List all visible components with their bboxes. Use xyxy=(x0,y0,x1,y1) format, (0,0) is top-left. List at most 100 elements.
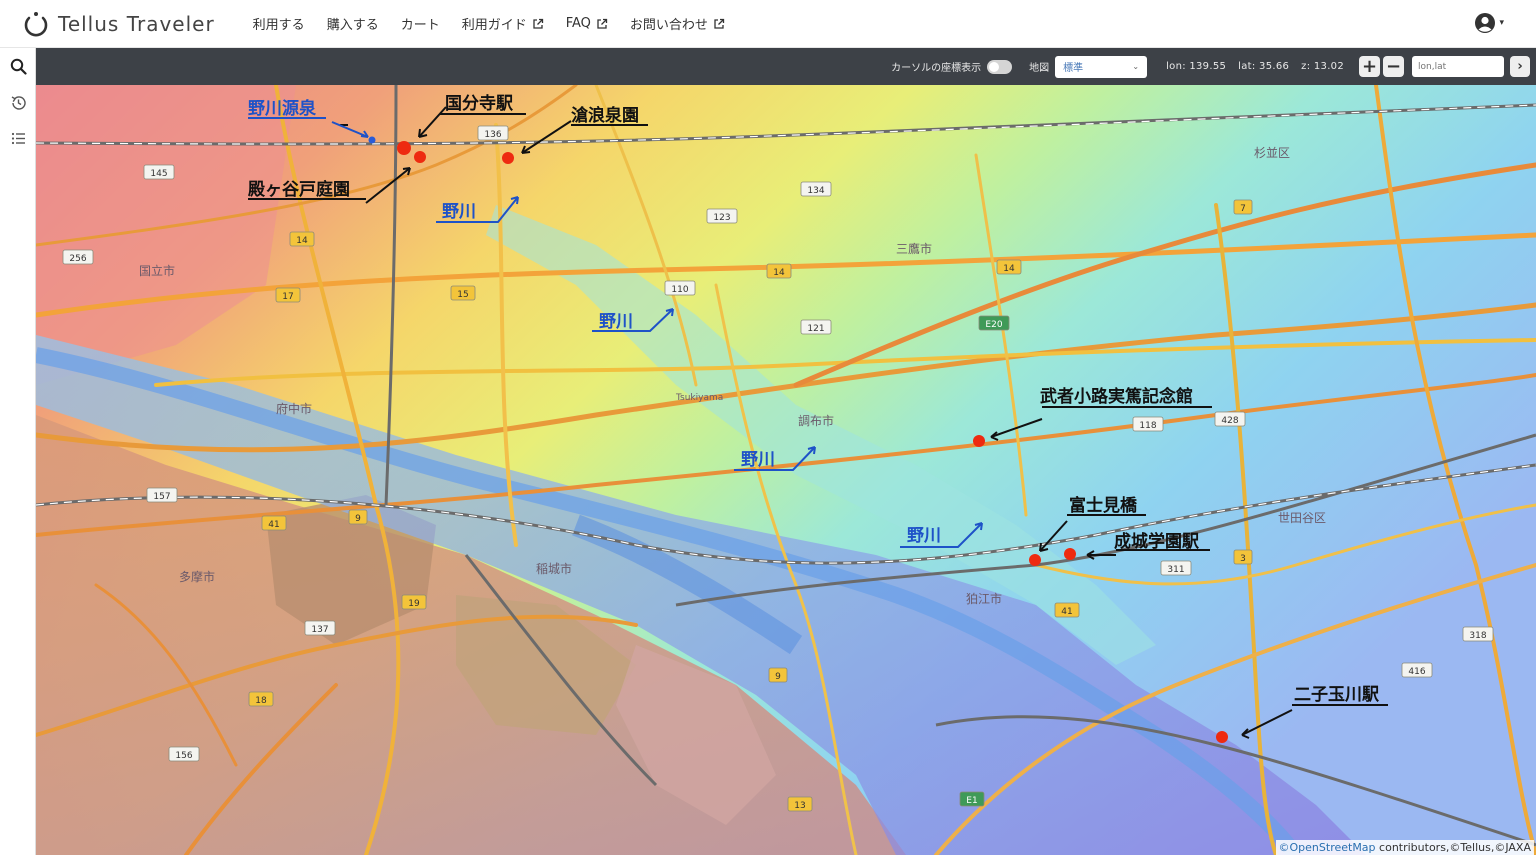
route-shield: 118 xyxy=(1132,416,1164,432)
chevron-down-icon: ▾ xyxy=(1499,18,1504,28)
place-name-setagaya: 世田谷区 xyxy=(1278,511,1326,525)
place-name-fuchu: 府中市 xyxy=(276,401,312,416)
place-name-tsukiyama: Tsukiyama xyxy=(675,393,723,403)
menu-item-label: 利用する xyxy=(252,18,305,33)
left-sidebar xyxy=(0,48,36,855)
history-button[interactable] xyxy=(0,84,36,120)
label-nogawa-river-2: 野川 xyxy=(599,312,633,332)
label-nogawa-river-3: 野川 xyxy=(741,450,775,470)
menu-item-0[interactable]: 利用する xyxy=(253,14,305,33)
route-shield-number: E1 xyxy=(966,796,977,806)
cursor-coord-label: カーソルの座標表示 xyxy=(891,63,982,74)
route-shield-number: 19 xyxy=(408,599,420,609)
zoom-readout: z: 13.02 xyxy=(1301,61,1344,72)
menu-item-2[interactable]: カート xyxy=(401,14,440,33)
label-tonogayato-garden: 殿ヶ谷戸庭園 xyxy=(247,179,350,200)
route-shield: 134 xyxy=(800,181,832,197)
route-shield: 157 xyxy=(146,487,178,503)
external-link-icon xyxy=(714,18,725,29)
route-shield-number: E20 xyxy=(985,320,1002,330)
route-shield-number: 318 xyxy=(1469,631,1486,641)
elevation-map[interactable]: 国立市府中市調布市狛江市 稲城市多摩市 三鷹市世田谷区 杉並区 Tsukiyama 13… xyxy=(36,85,1536,855)
history-icon xyxy=(11,95,26,110)
route-shield-number: 110 xyxy=(671,285,688,295)
map-view[interactable]: 国立市 府中市 調布市 狛江市 稲城市 多摩市 三鷹市 世田谷区 杉並区 Tsukiyama 13… xyxy=(36,85,1536,855)
route-shield: 17 xyxy=(275,287,301,303)
map-type-label: 地図 xyxy=(1029,63,1050,74)
route-shield-number: 9 xyxy=(775,672,781,682)
label-nogawa-river-1: 野川 xyxy=(442,202,476,222)
zoom-in-button[interactable]: + xyxy=(1359,56,1380,77)
route-shield: 123 xyxy=(706,208,738,224)
route-shield-number: 14 xyxy=(296,236,308,246)
main-menu: 利用する 購入する カート 利用ガイド FAQ お問い合わせ xyxy=(253,14,725,33)
place-name-chofu: 調布市 xyxy=(798,413,834,428)
lat-readout: lat: 35.66 xyxy=(1238,61,1290,72)
route-shield-number: 311 xyxy=(1167,565,1184,575)
place-name-suginami: 杉並区 xyxy=(1254,146,1290,160)
label-fujimibashi: 富士見橋 xyxy=(1069,495,1138,516)
route-shield-number: 14 xyxy=(1003,264,1015,274)
menu-item-3[interactable]: 利用ガイド xyxy=(462,14,544,33)
route-shield: 15 xyxy=(450,285,476,301)
place-name-mitaka: 三鷹市 xyxy=(896,241,932,256)
lon-readout: lon: 139.55 xyxy=(1166,61,1227,72)
route-shield: 156 xyxy=(168,746,200,762)
route-shield: 14 xyxy=(766,263,792,279)
place-name-kunitachi: 国立市 xyxy=(139,263,175,278)
label-mushanokoji-museum: 武者小路実篤記念館 xyxy=(1040,386,1193,407)
route-shield: 145 xyxy=(143,164,175,180)
list-icon xyxy=(11,132,25,144)
route-shield-number: 157 xyxy=(153,492,170,502)
route-shield-number: 428 xyxy=(1221,416,1238,426)
brand-logo[interactable]: Tellus Traveler xyxy=(22,10,215,38)
cursor-coord-toggle[interactable] xyxy=(987,59,1013,74)
route-shield-number: 18 xyxy=(255,696,267,706)
route-shield-number: 416 xyxy=(1408,667,1425,677)
label-futakotamagawa-station: 二子玉川駅 xyxy=(1294,685,1380,705)
menu-item-1[interactable]: 購入する xyxy=(327,14,379,33)
search-icon xyxy=(10,58,27,75)
route-shield-number: 136 xyxy=(484,130,501,140)
route-shield: 311 xyxy=(1160,560,1192,576)
tellus-logo-icon xyxy=(24,11,48,36)
chevron-right-icon: › xyxy=(1517,59,1523,74)
top-navbar: Tellus Traveler 利用する 購入する カート 利用ガイド FAQ お問い合わ… xyxy=(0,0,1536,48)
route-shield-number: 17 xyxy=(282,292,293,302)
map-type-select[interactable]: 標準 ⌄ xyxy=(1055,55,1148,78)
osm-link[interactable]: ©OpenStreetMap xyxy=(1279,841,1376,854)
menu-item-5[interactable]: お問い合わせ xyxy=(630,14,725,33)
label-nogawa-river-4: 野川 xyxy=(907,526,941,546)
menu-item-label: 購入する xyxy=(326,18,379,33)
route-shield: 416 xyxy=(1401,662,1433,678)
map-toolbar: カーソルの座標表示 地図 標準 ⌄ lon: 139.55 lat: 35.66… xyxy=(36,48,1536,85)
route-shield: 136 xyxy=(477,125,509,141)
menu-item-4[interactable]: FAQ xyxy=(566,16,608,31)
route-shield: 19 xyxy=(401,594,427,610)
attribution-text: contributors,©Tellus,©JAXA xyxy=(1375,841,1531,854)
map-attribution: ©OpenStreetMap contributors,©Tellus,©JAX… xyxy=(1275,840,1534,855)
route-shield-number: 15 xyxy=(457,290,468,300)
label-nogawa-source: 野川源泉 xyxy=(248,98,317,119)
zoom-out-button[interactable]: − xyxy=(1383,56,1404,77)
chevron-down-icon: ⌄ xyxy=(1132,62,1140,71)
route-shield: 428 xyxy=(1214,411,1246,427)
route-shield-number: 41 xyxy=(268,520,279,530)
route-shield: 9 xyxy=(768,667,788,683)
place-name-komae: 狛江市 xyxy=(966,591,1002,606)
user-menu[interactable]: ▾ xyxy=(1474,12,1504,34)
brand-name: Tellus Traveler xyxy=(58,11,215,36)
toggle-knob xyxy=(989,61,1000,72)
map-type-value: 標準 xyxy=(1063,63,1084,74)
route-shield: E1 xyxy=(959,791,985,807)
list-button[interactable] xyxy=(0,120,36,156)
coordinate-input[interactable] xyxy=(1412,56,1504,77)
route-shield-number: 123 xyxy=(713,213,730,223)
go-button[interactable]: › xyxy=(1510,56,1530,77)
search-button[interactable] xyxy=(0,48,36,84)
route-shield: 137 xyxy=(304,620,336,636)
label-seijogakuen-station: 成城学園駅 xyxy=(1114,531,1200,552)
route-shield-number: 9 xyxy=(355,514,361,524)
route-shield-number: 134 xyxy=(807,186,824,196)
route-shield: 14 xyxy=(996,259,1022,275)
